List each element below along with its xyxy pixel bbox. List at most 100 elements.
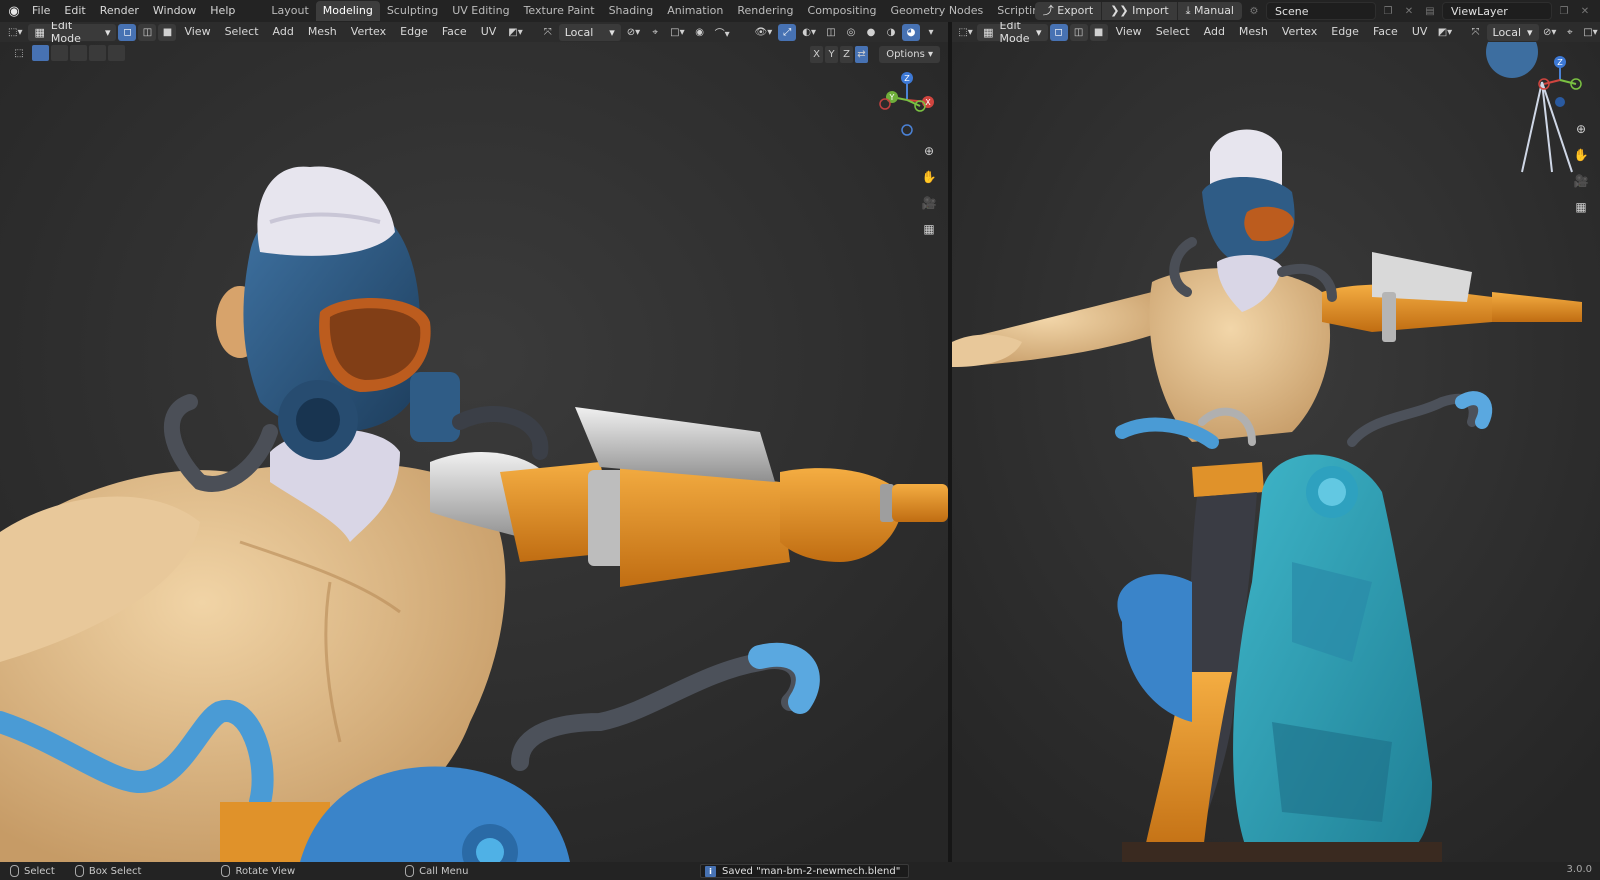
delete-viewlayer-icon[interactable]: ✕ (1576, 2, 1594, 20)
tab-animation[interactable]: Animation (660, 1, 730, 21)
new-scene-icon[interactable]: ❐ (1379, 2, 1397, 20)
menu-view[interactable]: View (1110, 22, 1148, 42)
vertex-select-icon[interactable]: ◻ (1049, 23, 1068, 41)
menu-add[interactable]: Add (267, 22, 300, 42)
menu-render[interactable]: Render (93, 0, 146, 22)
falloff-icon[interactable]: ⌒▾ (711, 24, 734, 41)
menu-vertex[interactable]: Vertex (345, 22, 392, 42)
menu-edge[interactable]: Edge (394, 22, 434, 42)
snap-icon[interactable]: ⌖ (646, 24, 664, 41)
viewlayer-field[interactable]: ViewLayer (1442, 2, 1552, 20)
menu-select[interactable]: Select (219, 22, 265, 42)
solid-shading-icon[interactable]: ● (862, 24, 880, 41)
select-invert-icon[interactable] (89, 45, 106, 61)
menu-file[interactable]: File (25, 0, 57, 22)
pan-hand-icon[interactable]: ✋ (918, 166, 940, 188)
menu-face[interactable]: Face (436, 22, 473, 42)
auto-mirror-icon[interactable]: ⇄ (855, 46, 868, 63)
xray-icon[interactable]: ◫ (822, 24, 840, 41)
menu-face[interactable]: Face (1367, 22, 1404, 42)
transform-orientation-select[interactable]: Local ▾ (1486, 23, 1539, 41)
viewport-right[interactable]: ⬚▾ ▦ Edit Mode ▾ ◻ ◫ ■ View Select Add Mes… (952, 22, 1600, 862)
select-intersect-icon[interactable] (108, 45, 125, 61)
menu-help[interactable]: Help (203, 0, 242, 22)
snap-target-icon[interactable]: □▾ (1581, 24, 1600, 41)
mirror-z-toggle[interactable]: Z (840, 46, 853, 63)
menu-vertex[interactable]: Vertex (1276, 22, 1323, 42)
uv-sync-icon[interactable]: ◩▾ (504, 24, 526, 41)
camera-view-icon[interactable]: 🎥 (1570, 170, 1592, 192)
shading-options-icon[interactable]: ▾ (922, 24, 940, 41)
scene-field[interactable]: Scene (1266, 2, 1376, 20)
face-select-icon[interactable]: ■ (158, 23, 177, 41)
tab-rendering[interactable]: Rendering (730, 1, 800, 21)
tab-layout[interactable]: Layout (264, 1, 315, 21)
grid-view-icon[interactable]: ▦ (1570, 196, 1592, 218)
mirror-y-toggle[interactable]: Y (825, 46, 838, 63)
zoom-icon[interactable]: ⊕ (1570, 118, 1592, 140)
overlay-icon[interactable]: ◐▾ (798, 24, 820, 41)
menu-select[interactable]: Select (1150, 22, 1196, 42)
viewlayer-browse-icon[interactable]: ▤ (1421, 2, 1439, 20)
wireframe-shading-icon[interactable]: ◎ (842, 24, 860, 41)
proportional-edit-icon[interactable]: ◉ (691, 24, 709, 41)
import-button[interactable]: ❯❯ Import (1102, 2, 1178, 20)
scene-browse-icon[interactable]: ⚙ (1245, 2, 1263, 20)
tool-select-icon[interactable]: ⬚ (10, 45, 28, 62)
menu-view[interactable]: View (178, 22, 216, 42)
menu-uv[interactable]: UV (475, 22, 503, 42)
delete-scene-icon[interactable]: ✕ (1400, 2, 1418, 20)
pivot-icon[interactable]: ⊘▾ (1541, 24, 1559, 41)
camera-view-icon[interactable]: 🎥 (918, 192, 940, 214)
edge-select-icon[interactable]: ◫ (138, 23, 157, 41)
tab-sculpting[interactable]: Sculpting (380, 1, 445, 21)
tab-shading[interactable]: Shading (602, 1, 661, 21)
viewport-left[interactable]: ⬚▾ ▦ Edit Mode ▾ ◻ ◫ ■ View Select Add Mes… (0, 22, 948, 862)
export-button[interactable]: ⤴ Export (1035, 2, 1103, 20)
menu-mesh[interactable]: Mesh (302, 22, 343, 42)
face-select-icon[interactable]: ■ (1089, 23, 1108, 41)
tab-texture-paint[interactable]: Texture Paint (517, 1, 602, 21)
select-subtract-icon[interactable] (70, 45, 87, 61)
rendered-shading-icon[interactable]: ◕ (902, 23, 920, 41)
navigation-gizmo[interactable]: Z X Y (872, 70, 942, 140)
pan-hand-icon[interactable]: ✋ (1570, 144, 1592, 166)
visibility-icon[interactable]: 👁▾ (751, 24, 777, 41)
editor-type-icon[interactable]: ⬚▾ (956, 24, 975, 41)
uv-sync-icon[interactable]: ◩▾ (1435, 24, 1454, 41)
tab-geometry-nodes[interactable]: Geometry Nodes (883, 1, 990, 21)
snap-icon[interactable]: ⌖ (1561, 24, 1579, 41)
transform-orientation-select[interactable]: Local ▾ (558, 23, 621, 41)
menu-edge[interactable]: Edge (1325, 22, 1365, 42)
mode-select[interactable]: ▦ Edit Mode ▾ (28, 22, 117, 45)
transform-orientation-icon[interactable]: ⤧ (539, 24, 557, 41)
navigation-gizmo[interactable]: Z (1530, 52, 1590, 112)
mirror-x-toggle[interactable]: X (810, 46, 823, 63)
menu-add[interactable]: Add (1198, 22, 1231, 42)
transform-orientation-icon[interactable]: ⤧ (1467, 24, 1485, 41)
menu-uv[interactable]: UV (1406, 22, 1434, 42)
menu-window[interactable]: Window (146, 0, 203, 22)
options-button[interactable]: Options ▾ (879, 46, 940, 63)
gizmo-toggle-icon[interactable]: ⤢ (778, 23, 797, 41)
material-shading-icon[interactable]: ◑ (882, 24, 900, 41)
tab-compositing[interactable]: Compositing (801, 1, 884, 21)
blender-logo-icon[interactable]: ◉ (3, 0, 25, 22)
select-extend-icon[interactable] (51, 45, 68, 61)
vertex-select-icon[interactable]: ◻ (118, 23, 137, 41)
zoom-icon[interactable]: ⊕ (918, 140, 940, 162)
editor-type-icon[interactable]: ⬚▾ (4, 24, 26, 41)
grid-view-icon[interactable]: ▦ (918, 218, 940, 240)
status-message[interactable]: i Saved "man-bm-2-newmech.blend" (700, 864, 910, 878)
new-viewlayer-icon[interactable]: ❐ (1555, 2, 1573, 20)
edge-select-icon[interactable]: ◫ (1069, 23, 1088, 41)
pivot-icon[interactable]: ⊘▾ (623, 24, 644, 41)
mode-select[interactable]: ▦ Edit Mode ▾ (977, 22, 1048, 45)
menu-edit[interactable]: Edit (57, 0, 92, 22)
select-new-icon[interactable] (32, 45, 49, 61)
manual-button[interactable]: ⤓ Manual (1178, 2, 1242, 20)
tab-uv-editing[interactable]: UV Editing (445, 1, 516, 21)
menu-mesh[interactable]: Mesh (1233, 22, 1274, 42)
snap-target-icon[interactable]: □▾ (666, 24, 688, 41)
tab-modeling[interactable]: Modeling (315, 1, 380, 21)
